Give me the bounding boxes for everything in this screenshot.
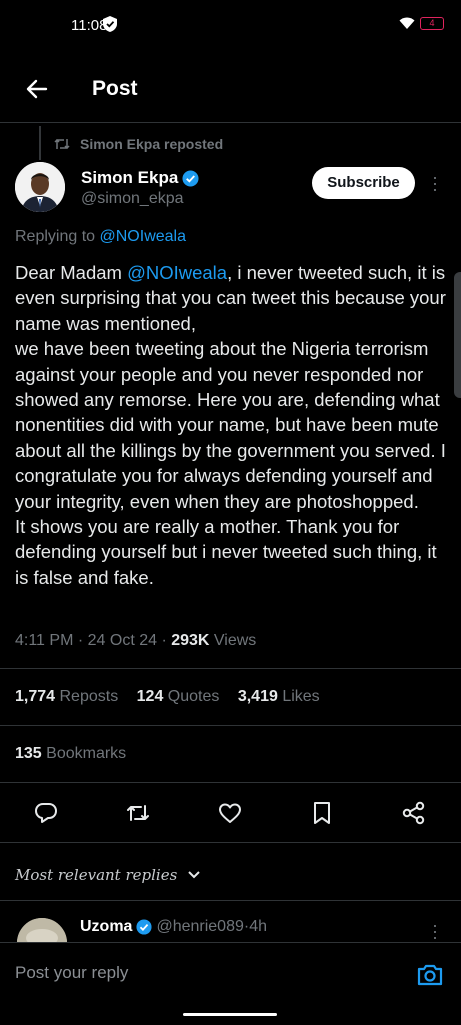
side-scroll-handle[interactable] xyxy=(454,272,461,398)
quotes-count: 124 xyxy=(136,688,164,705)
reply-input[interactable]: Post your reply xyxy=(15,963,128,983)
post-stats: 1,774 Reposts 124 Quotes 3,419 Likes xyxy=(15,688,334,706)
reply-more-options-icon[interactable]: · · · xyxy=(432,916,438,946)
bookmark-icon[interactable] xyxy=(309,800,335,826)
bookmarks-count: 135 xyxy=(15,745,42,762)
post-time: 4:11 PM xyxy=(15,632,74,649)
reposts-count: 1,774 xyxy=(15,688,56,705)
stats-divider xyxy=(0,725,461,726)
chevron-down-icon xyxy=(188,871,201,879)
wifi-icon xyxy=(399,17,415,29)
author-name[interactable]: Simon Ekpa xyxy=(81,168,199,188)
repost-label: Simon Ekpa reposted xyxy=(80,136,224,152)
battery-icon: 4 xyxy=(420,17,444,30)
replies-divider xyxy=(0,900,461,901)
reply-time: 4h xyxy=(249,918,267,935)
repost-icon[interactable] xyxy=(125,800,151,826)
views-label: Views xyxy=(209,632,257,649)
repost-indicator[interactable]: Simon Ekpa reposted xyxy=(54,136,223,152)
verified-badge-icon xyxy=(136,919,153,935)
post-text-prefix: Dear Madam xyxy=(15,262,128,283)
header-divider xyxy=(0,122,461,123)
post-text-part2: we have been tweeting about the Nigeria … xyxy=(15,338,446,512)
share-icon[interactable] xyxy=(401,800,427,826)
verified-badge-icon xyxy=(182,169,199,187)
meta-separator: · xyxy=(73,632,88,649)
post-date: 24 Oct 24 xyxy=(87,632,157,649)
bookmarks-stat[interactable]: 135 Bookmarks xyxy=(15,745,126,763)
shield-icon xyxy=(103,16,117,32)
camera-icon[interactable] xyxy=(416,961,444,989)
like-icon[interactable] xyxy=(217,800,243,826)
author-name-text: Simon Ekpa xyxy=(81,168,179,187)
status-bar: 11:08 4 xyxy=(0,0,461,50)
reply-author[interactable]: Uzoma @henrie089 · 4h xyxy=(80,918,267,936)
replying-to: Replying to @NOIweala xyxy=(15,228,186,246)
reposts-label: Reposts xyxy=(55,688,119,705)
quotes-label: Quotes xyxy=(163,688,220,705)
subscribe-button[interactable]: Subscribe xyxy=(312,167,415,199)
quotes-stat[interactable]: 124 Quotes xyxy=(137,688,220,705)
reply-icon[interactable] xyxy=(33,800,59,826)
bookmarks-divider xyxy=(0,782,461,783)
status-time: 11:08 xyxy=(71,17,108,34)
post-text-part3: It shows you are really a mother. Thank … xyxy=(15,516,437,588)
meta-separator: · xyxy=(157,632,172,649)
author-handle[interactable]: @simon_ekpa xyxy=(81,190,184,208)
actions-divider xyxy=(0,842,461,843)
post-text: Dear Madam @NOIweala, i never tweeted su… xyxy=(15,260,455,590)
thread-line xyxy=(39,126,41,160)
replying-mention-link[interactable]: @NOIweala xyxy=(100,228,187,245)
views-count[interactable]: 293K xyxy=(171,632,209,649)
avatar-image xyxy=(15,162,65,212)
likes-count: 3,419 xyxy=(237,688,278,705)
reply-author-name: Uzoma xyxy=(80,918,133,935)
likes-stat[interactable]: 3,419 Likes xyxy=(238,688,320,705)
meta-divider xyxy=(0,668,461,669)
reply-author-handle: @henrie089 xyxy=(156,918,244,935)
post-meta: 4:11 PM · 24 Oct 24 · 293K Views xyxy=(15,632,256,650)
avatar[interactable] xyxy=(15,162,65,212)
post-mention-link[interactable]: @NOIweala xyxy=(127,262,227,283)
more-options-icon[interactable]: · · · xyxy=(432,168,438,198)
likes-label: Likes xyxy=(277,688,320,705)
page-title: Post xyxy=(92,77,138,100)
replying-prefix: Replying to xyxy=(15,228,100,245)
repost-icon xyxy=(54,138,70,150)
back-arrow-icon[interactable] xyxy=(24,76,50,102)
reposts-stat[interactable]: 1,774 Reposts xyxy=(15,688,118,705)
action-bar xyxy=(0,800,461,828)
bookmarks-label: Bookmarks xyxy=(41,745,127,762)
replies-sort-dropdown[interactable]: Most relevant replies xyxy=(15,866,201,884)
home-indicator[interactable] xyxy=(183,1013,277,1016)
replies-sort-label: Most relevant replies xyxy=(15,866,178,884)
top-bar: Post xyxy=(0,64,461,114)
